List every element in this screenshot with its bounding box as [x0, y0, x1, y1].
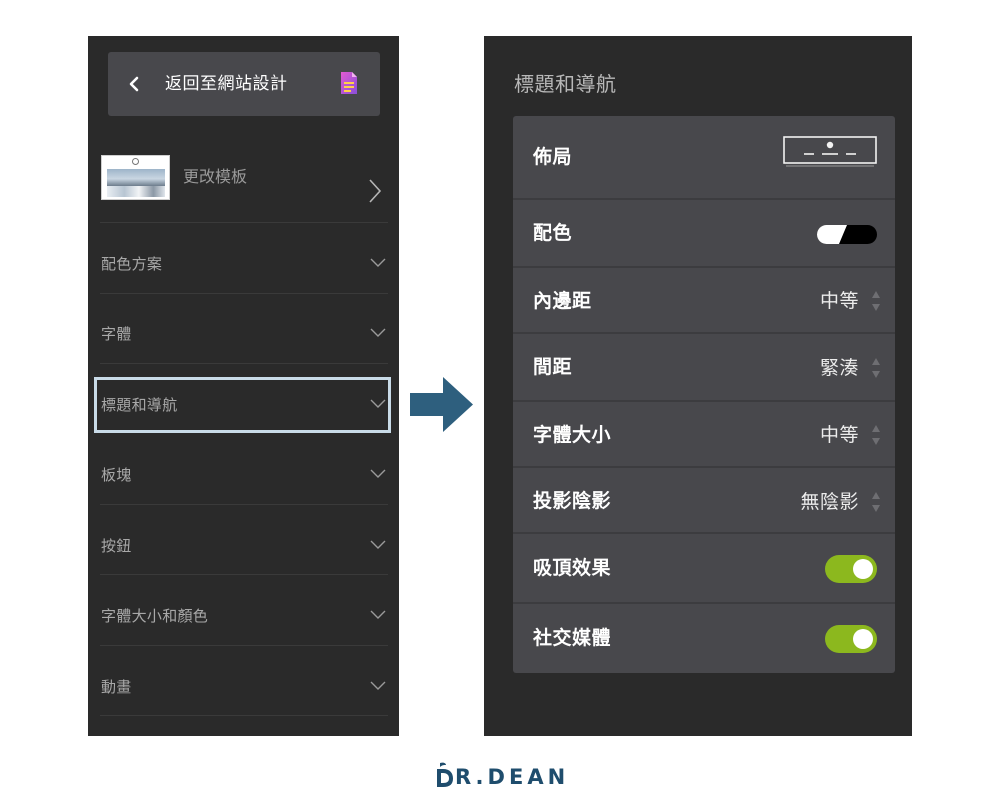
settings-card: 佈局 配色 內邊距 中等 間距 緊湊 字體大小 中等 投影陰影 無陰影 吸頂效果… — [513, 116, 895, 673]
layout-preview-icon[interactable] — [783, 136, 877, 172]
panel-title: 標題和導航 — [514, 72, 617, 96]
menu-item-label: 字體 — [101, 325, 132, 343]
font-size-row[interactable]: 字體大小 中等 — [513, 402, 895, 468]
menu-item-fonts[interactable]: 字體 — [100, 306, 388, 362]
spacing-row[interactable]: 間距 緊湊 — [513, 334, 895, 402]
header-navigation-settings-panel: 標題和導航 佈局 配色 內邊距 中等 間距 緊湊 字體大小 中等 投影陰影 無陰… — [484, 36, 912, 736]
up-down-spinner-icon[interactable] — [871, 491, 881, 513]
chevron-down-icon — [370, 328, 386, 337]
font-size-label: 字體大小 — [533, 424, 612, 446]
menu-item-sections[interactable]: 板塊 — [100, 447, 388, 503]
menu-item-buttons[interactable]: 按鈕 — [100, 518, 388, 574]
menu-item-header-navigation[interactable]: 標題和導航 — [94, 377, 391, 433]
social-media-label: 社交媒體 — [533, 627, 612, 649]
chevron-down-icon — [370, 258, 386, 267]
divider — [100, 574, 388, 575]
spacing-label: 間距 — [533, 356, 573, 378]
chevron-down-icon — [370, 681, 386, 690]
chevron-left-icon — [129, 76, 139, 92]
color-label: 配色 — [533, 222, 573, 244]
right-arrow-icon — [410, 377, 473, 432]
menu-item-label: 動畫 — [101, 678, 132, 696]
up-down-spinner-icon[interactable] — [871, 424, 881, 446]
template-thumbnail — [101, 155, 170, 200]
spacing-value[interactable]: 緊湊 — [820, 355, 859, 381]
divider — [100, 645, 388, 646]
shadow-value[interactable]: 無陰影 — [800, 489, 859, 515]
chevron-down-icon — [370, 610, 386, 619]
menu-item-label: 配色方案 — [101, 255, 163, 273]
sticky-row[interactable]: 吸頂效果 — [513, 534, 895, 604]
up-down-spinner-icon[interactable] — [871, 357, 881, 379]
chevron-right-icon — [369, 179, 382, 203]
layout-label: 佈局 — [533, 146, 573, 168]
divider — [100, 222, 388, 223]
up-down-spinner-icon[interactable] — [871, 290, 881, 312]
chevron-down-icon — [370, 399, 386, 408]
divider — [100, 293, 388, 294]
change-template-label: 更改模板 — [183, 167, 248, 186]
font-size-value[interactable]: 中等 — [820, 422, 859, 448]
padding-label: 內邊距 — [533, 290, 592, 312]
menu-item-label: 標題和導航 — [101, 396, 178, 414]
chevron-down-icon — [370, 540, 386, 549]
sticky-label: 吸頂效果 — [533, 557, 612, 579]
menu-item-label: 按鈕 — [101, 537, 132, 555]
brand-logo: R.DEAN — [434, 756, 574, 792]
padding-value[interactable]: 中等 — [820, 288, 859, 314]
layout-row[interactable]: 佈局 — [513, 116, 895, 200]
menu-item-label: 字體大小和顏色 — [101, 607, 209, 625]
padding-row[interactable]: 內邊距 中等 — [513, 268, 895, 334]
toggle-knob — [853, 629, 873, 649]
back-label: 返回至網站設計 — [165, 74, 288, 94]
chevron-down-icon — [370, 469, 386, 478]
brand-text: R.DEAN — [455, 765, 570, 789]
social-media-row[interactable]: 社交媒體 — [513, 604, 895, 673]
menu-item-animation[interactable]: 動畫 — [100, 659, 388, 715]
social-media-toggle[interactable] — [825, 625, 877, 653]
menu-item-label: 板塊 — [101, 466, 132, 484]
thumbnail-logo — [132, 158, 139, 165]
menu-item-color-scheme[interactable]: 配色方案 — [100, 236, 388, 292]
sticky-toggle[interactable] — [825, 555, 877, 583]
change-template-row[interactable]: 更改模板 — [100, 148, 388, 220]
color-swatch-icon[interactable] — [817, 225, 877, 244]
shadow-row[interactable]: 投影陰影 無陰影 — [513, 468, 895, 534]
brand-d-mark — [437, 762, 453, 787]
thumbnail-photo — [107, 169, 165, 197]
shadow-label: 投影陰影 — [533, 490, 612, 512]
document-icon[interactable] — [339, 71, 359, 95]
back-to-site-design-button[interactable]: 返回至網站設計 — [108, 52, 380, 116]
menu-item-font-size-color[interactable]: 字體大小和顏色 — [100, 588, 388, 644]
toggle-knob — [853, 559, 873, 579]
design-sidebar: 返回至網站設計 更改模板 配色方案 字體 標題和導航 板塊 按鈕 字體大小和顏色… — [88, 36, 399, 736]
divider — [100, 363, 388, 364]
divider — [100, 715, 388, 716]
divider — [100, 504, 388, 505]
color-row[interactable]: 配色 — [513, 200, 895, 268]
